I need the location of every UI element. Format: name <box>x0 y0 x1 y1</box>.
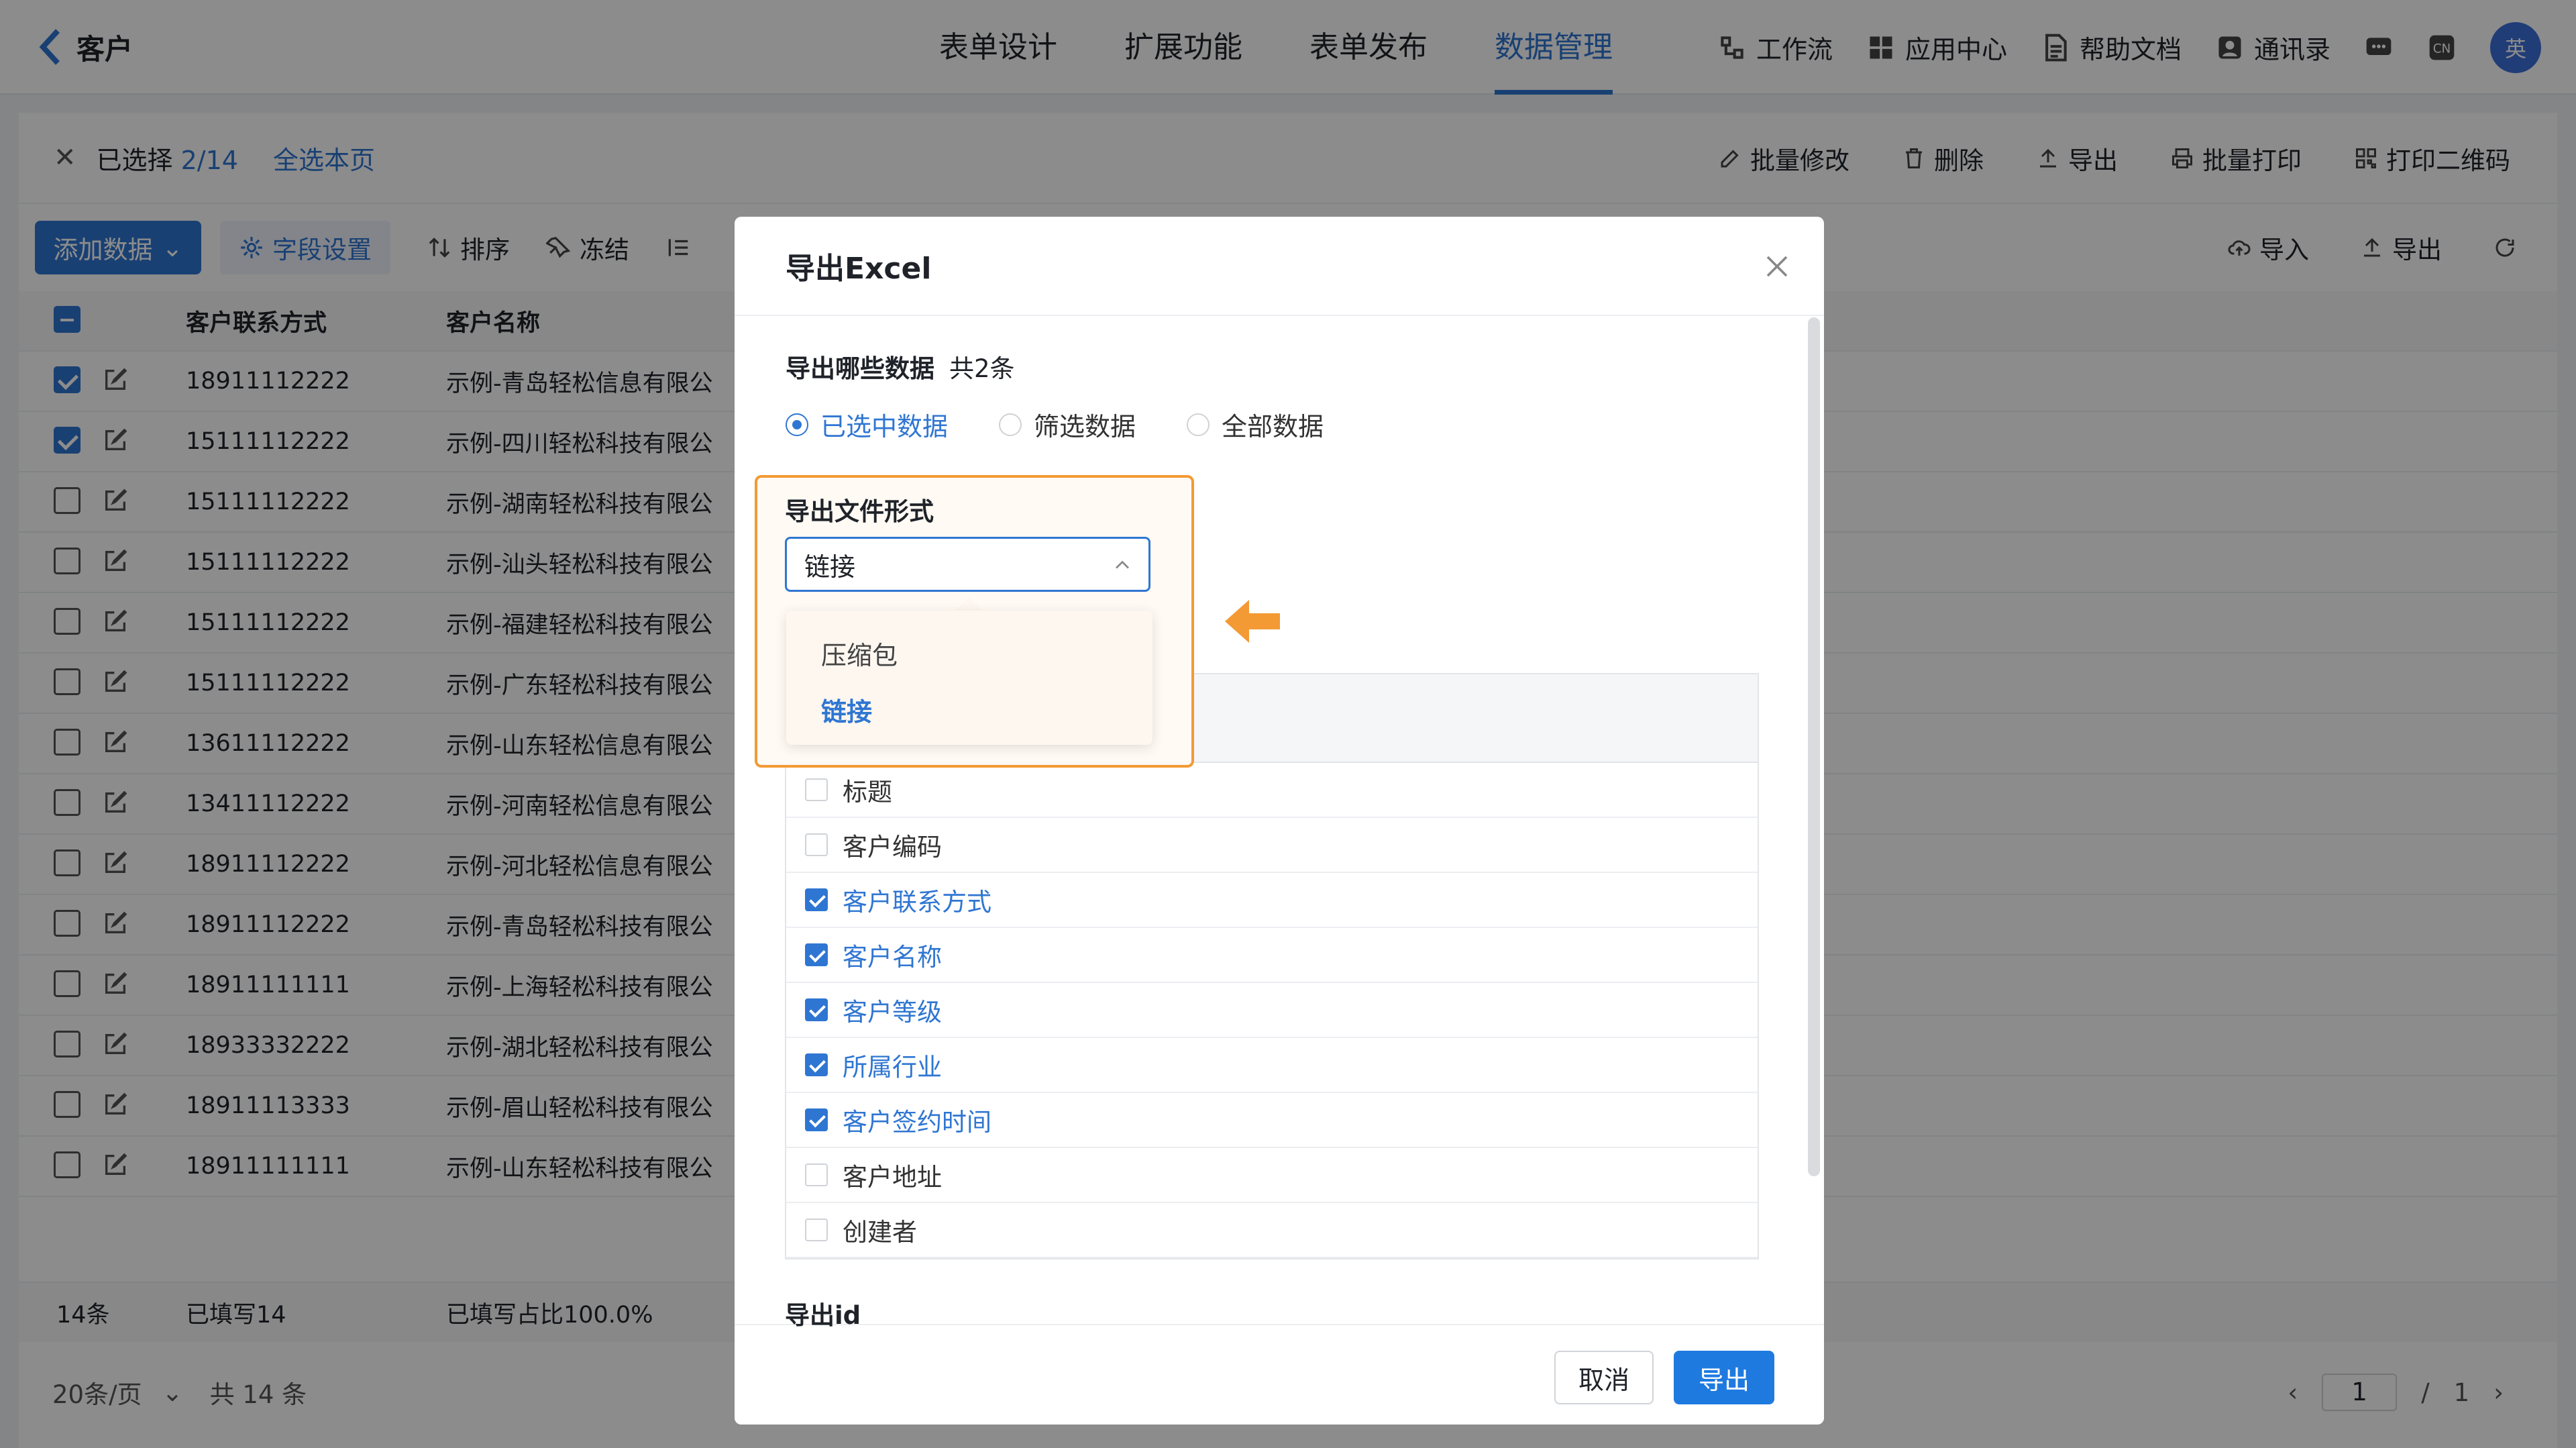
option-zip[interactable]: 压缩包 <box>821 635 898 672</box>
field-checkbox[interactable] <box>805 1219 828 1241</box>
field-label: 客户签约时间 <box>843 1108 991 1137</box>
field-label: 创建者 <box>843 1218 917 1247</box>
file-format-dropdown: 压缩包 链接 <box>786 611 1152 745</box>
field-option[interactable]: 客户等级 <box>786 983 1758 1038</box>
modal-header: 导出Excel <box>735 217 1824 316</box>
file-format-label: 导出文件形式 <box>785 497 934 526</box>
field-checkbox[interactable] <box>805 998 828 1021</box>
field-label: 所属行业 <box>843 1053 942 1082</box>
field-option[interactable]: 所属行业 <box>786 1038 1758 1093</box>
cancel-button[interactable]: 取消 <box>1554 1351 1654 1404</box>
field-label: 客户联系方式 <box>843 888 991 917</box>
field-option[interactable]: 创建者 <box>786 1203 1758 1258</box>
radio-filtered-data[interactable]: 筛选数据 <box>999 406 1136 443</box>
field-checkbox[interactable] <box>805 1108 828 1131</box>
chevron-up-icon <box>1116 560 1129 569</box>
field-option[interactable]: 标题 <box>786 763 1758 818</box>
field-rows: 标题客户编码客户联系方式 客户名称客户等级所属行业客户签约时间 客户地址创建者 <box>786 763 1758 1258</box>
field-label: 标题 <box>843 778 892 807</box>
field-option[interactable]: 客户地址 <box>786 1148 1758 1203</box>
confirm-export-button[interactable]: 导出 <box>1674 1351 1774 1404</box>
field-checkbox[interactable] <box>805 778 828 801</box>
radio-selected-data[interactable]: 已选中数据 <box>786 406 948 443</box>
field-checkbox[interactable] <box>805 943 828 966</box>
arrow-left-icon <box>1225 600 1280 643</box>
file-format-value: 链接 <box>804 552 856 582</box>
field-checkbox[interactable] <box>805 1053 828 1076</box>
field-checkbox[interactable] <box>805 833 828 856</box>
close-icon[interactable] <box>1764 253 1790 280</box>
field-option[interactable]: 客户签约时间 <box>786 1093 1758 1148</box>
modal-scrollbar[interactable] <box>1808 317 1820 1176</box>
which-data-section: 导出哪些数据 共2条 <box>786 348 1015 384</box>
field-label: 客户等级 <box>843 998 942 1027</box>
field-label: 客户地址 <box>843 1163 942 1192</box>
data-total: 共2条 <box>949 354 1015 383</box>
radio-all-data[interactable]: 全部数据 <box>1187 406 1324 443</box>
file-format-select[interactable]: 链接 <box>785 537 1150 592</box>
field-option[interactable]: 客户名称 <box>786 928 1758 983</box>
data-scope-radios: 已选中数据 筛选数据 全部数据 <box>786 406 1324 443</box>
which-data-label: 导出哪些数据 <box>786 354 934 383</box>
field-checkbox[interactable] <box>805 888 828 911</box>
option-link[interactable]: 链接 <box>821 691 872 728</box>
field-label: 客户编码 <box>843 833 942 862</box>
field-checkbox[interactable] <box>805 1163 828 1186</box>
modal-footer: 取消 导出 <box>735 1324 1824 1425</box>
field-label: 客户名称 <box>843 943 942 972</box>
field-option[interactable]: 客户编码 <box>786 818 1758 873</box>
field-option[interactable]: 客户联系方式 <box>786 873 1758 928</box>
export-id-label: 导出id <box>785 1301 861 1330</box>
modal-title: 导出Excel <box>786 252 932 286</box>
